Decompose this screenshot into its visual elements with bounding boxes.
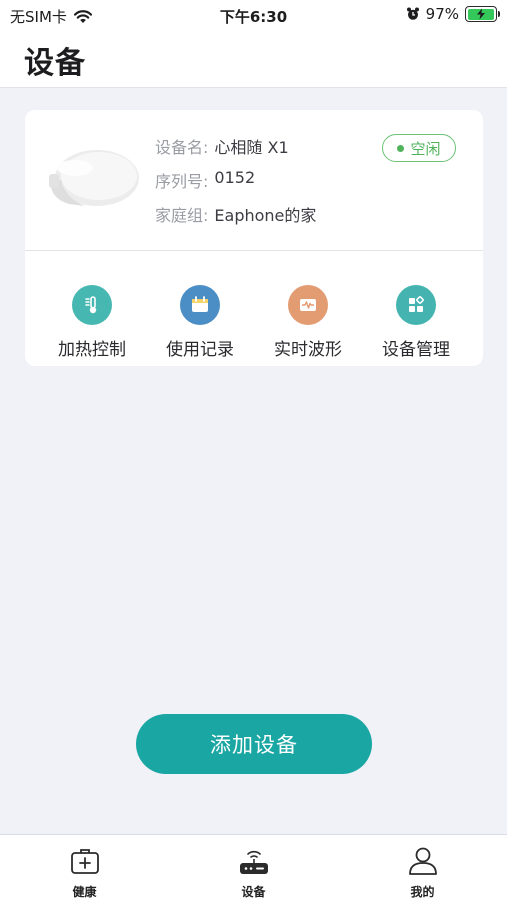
device-management-button[interactable]: 设备管理 [361, 251, 471, 366]
group-row: 家庭组: Eaphone的家 [155, 202, 316, 226]
device-name-row: 设备名: 心相随 X1 [155, 134, 289, 158]
status-bar: 无SIM卡 下午6:30 97% [0, 0, 507, 32]
calendar-icon [180, 285, 220, 325]
heating-control-label: 加热控制 [58, 340, 126, 360]
tab-mine[interactable]: 我的 [338, 835, 507, 900]
alarm-icon [406, 7, 419, 20]
usage-records-button[interactable]: 使用记录 [145, 251, 255, 366]
page-title: 设备 [24, 46, 86, 81]
router-icon [239, 850, 268, 874]
smart-toilet-seat-image [49, 150, 139, 206]
device-actions: 加热控制 使用记录 实时波形 设备管理 [25, 251, 483, 366]
status-dot-icon [397, 144, 405, 152]
waveform-icon [288, 285, 328, 325]
device-card[interactable]: 设备名: 心相随 X1 序列号: 0152 家庭组: Eaphone的家 空闲 … [25, 110, 483, 366]
battery-percent: 97% [425, 5, 459, 23]
status-text: 空闲 [410, 139, 441, 158]
add-device-button[interactable]: 添加设备 [136, 714, 372, 774]
heating-control-button[interactable]: 加热控制 [37, 251, 147, 366]
battery-area: 97% [406, 5, 500, 23]
tab-health[interactable]: 健康 [0, 835, 169, 900]
group-label: 家庭组: [155, 206, 209, 225]
tab-mine-label: 我的 [410, 885, 435, 899]
tab-devices-label: 设备 [241, 885, 266, 899]
device-name-value: 心相随 X1 [214, 138, 289, 157]
battery-icon [465, 6, 500, 22]
status-badge: 空闲 [382, 134, 456, 162]
tab-bar: 健康 设备 我的 [0, 834, 507, 900]
device-name-label: 设备名: [155, 138, 209, 157]
realtime-waveform-label: 实时波形 [274, 340, 342, 360]
tab-devices[interactable]: 设备 [169, 835, 338, 900]
device-management-label: 设备管理 [382, 340, 450, 360]
health-kit-icon [70, 849, 99, 874]
serial-row: 序列号: 0152 [155, 168, 255, 192]
thermometer-icon [72, 285, 112, 325]
group-value: Eaphone的家 [214, 206, 317, 225]
grid-icon [396, 285, 436, 325]
header: 设备 [0, 32, 507, 88]
serial-value: 0152 [214, 168, 256, 187]
user-icon [408, 847, 437, 875]
usage-records-label: 使用记录 [166, 340, 234, 360]
tab-health-label: 健康 [72, 885, 97, 899]
realtime-waveform-button[interactable]: 实时波形 [253, 251, 363, 366]
serial-label: 序列号: [155, 172, 209, 191]
